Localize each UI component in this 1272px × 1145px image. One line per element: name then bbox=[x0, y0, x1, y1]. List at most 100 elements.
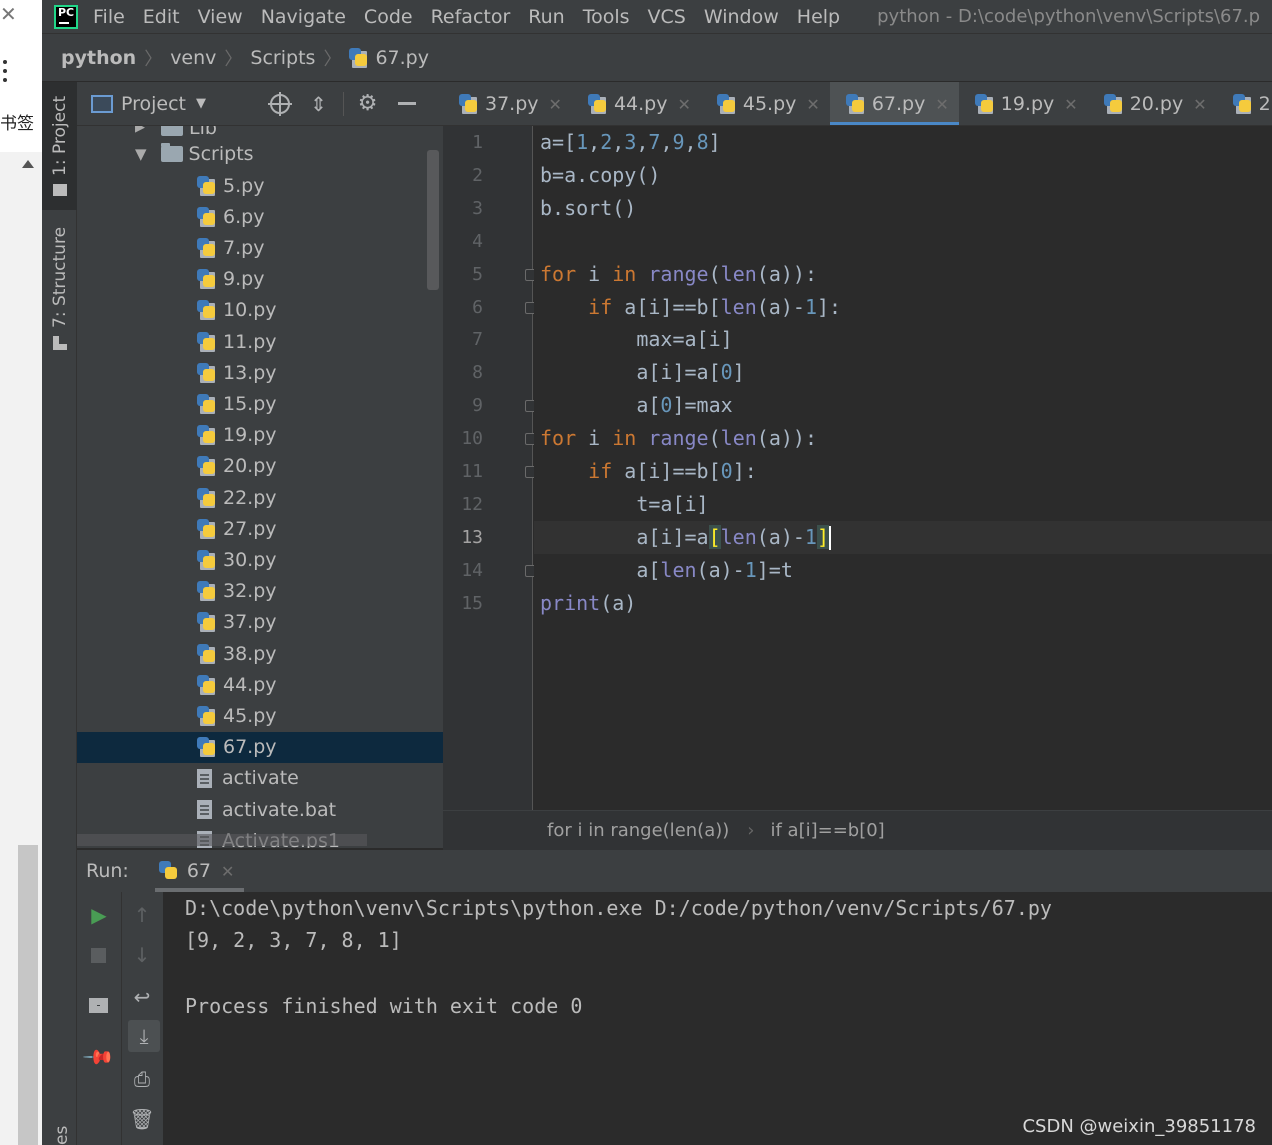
crumb-if[interactable]: if a[i]==b[0] bbox=[770, 820, 884, 841]
menu-code[interactable]: Code bbox=[364, 0, 413, 34]
project-view-selector[interactable]: Project bbox=[121, 93, 186, 115]
close-icon[interactable]: ✕ bbox=[935, 95, 948, 114]
layout-icon[interactable] bbox=[89, 998, 108, 1013]
run-tab[interactable]: 67 ✕ bbox=[154, 850, 245, 892]
tree-file[interactable]: 9.py bbox=[77, 264, 443, 295]
tree-file[interactable]: 7.py bbox=[77, 232, 443, 263]
code-line[interactable]: for i in range(len(a)): bbox=[540, 258, 817, 291]
tree-file[interactable]: 11.py bbox=[77, 326, 443, 357]
tree-file[interactable]: 32.py bbox=[77, 576, 443, 607]
tree-file[interactable]: 22.py bbox=[77, 482, 443, 513]
breadcrumb-venv[interactable]: venv bbox=[170, 47, 216, 69]
more-icon[interactable] bbox=[3, 60, 9, 87]
code-line[interactable]: a[0]=max bbox=[540, 389, 732, 422]
menu-vcs[interactable]: VCS bbox=[648, 0, 686, 34]
menu-navigate[interactable]: Navigate bbox=[261, 0, 346, 34]
chevron-down-icon[interactable]: ▼ bbox=[196, 96, 206, 111]
code-line[interactable]: a=[1,2,3,7,9,8] bbox=[540, 126, 721, 159]
structure-tool-label[interactable]: 7: Structure bbox=[50, 227, 70, 328]
minimize-icon[interactable] bbox=[397, 102, 416, 105]
crumb-for-loop[interactable]: for i in range(len(a)) bbox=[547, 820, 729, 841]
locate-icon[interactable] bbox=[268, 91, 293, 116]
tab-file[interactable]: 44.py ✕ bbox=[572, 82, 701, 125]
tree-file[interactable]: 37.py bbox=[77, 607, 443, 638]
tree-file[interactable]: 30.py bbox=[77, 544, 443, 575]
code-line[interactable]: if a[i]==b[0]: bbox=[540, 455, 757, 488]
close-icon[interactable]: ✕ bbox=[221, 862, 234, 881]
menu-window[interactable]: Window bbox=[704, 0, 779, 34]
scroll-up-icon[interactable] bbox=[22, 160, 34, 168]
tree-file[interactable]: activate.bat bbox=[77, 794, 443, 825]
tab-file[interactable]: 45.py ✕ bbox=[701, 82, 830, 125]
tab-file[interactable]: 67.py ✕ bbox=[829, 82, 959, 125]
stop-icon[interactable] bbox=[91, 948, 106, 963]
code-line[interactable]: print(a) bbox=[540, 587, 636, 620]
tree-file[interactable]: 5.py bbox=[77, 170, 443, 201]
bottom-tool-label[interactable]: es bbox=[52, 1126, 72, 1145]
trash-icon[interactable]: 🗑 bbox=[128, 1108, 156, 1130]
code-line[interactable]: a[len(a)-1]=t bbox=[540, 554, 793, 587]
tree-file[interactable]: 19.py bbox=[77, 420, 443, 451]
menu-file[interactable]: File bbox=[93, 0, 125, 34]
tree-file[interactable]: 67.py bbox=[77, 731, 443, 763]
menu-view[interactable]: View bbox=[198, 0, 243, 34]
python-file-icon bbox=[459, 94, 479, 114]
tree-file[interactable]: 10.py bbox=[77, 295, 443, 326]
code-line[interactable]: b.sort() bbox=[540, 192, 636, 225]
code-line[interactable]: a[i]=a[0] bbox=[540, 356, 744, 389]
close-icon[interactable]: ✕ bbox=[0, 2, 17, 26]
scroll-to-end-icon[interactable]: ⤓ bbox=[128, 1020, 160, 1052]
collapse-all-icon[interactable]: ⇕ bbox=[310, 92, 327, 116]
tree-label: 37.py bbox=[223, 611, 277, 634]
close-icon[interactable]: ✕ bbox=[677, 95, 690, 114]
soft-wrap-icon[interactable]: ↩ bbox=[128, 986, 156, 1008]
chevron-down-icon[interactable]: ▼ bbox=[135, 145, 147, 163]
close-icon[interactable]: ✕ bbox=[1064, 95, 1077, 114]
menu-help[interactable]: Help bbox=[797, 0, 840, 34]
code-line[interactable]: a[i]=a[len(a)-1] bbox=[540, 521, 832, 554]
tab-file[interactable]: 20.py ✕ bbox=[1088, 82, 1217, 125]
run-console[interactable]: D:\code\python\venv\Scripts\python.exe D… bbox=[163, 892, 1272, 1145]
code-line[interactable]: t=a[i] bbox=[540, 488, 708, 521]
tree-file[interactable]: 44.py bbox=[77, 669, 443, 700]
tree-folder-scripts[interactable]: ▼ Scripts bbox=[77, 138, 443, 169]
browser-scrollbar[interactable] bbox=[18, 845, 38, 1145]
tree-file[interactable]: activate bbox=[77, 763, 443, 794]
tree-file[interactable]: 15.py bbox=[77, 388, 443, 419]
tree-file[interactable]: 13.py bbox=[77, 357, 443, 388]
tree-file[interactable]: 6.py bbox=[77, 201, 443, 232]
tree-file[interactable]: 20.py bbox=[77, 451, 443, 482]
project-tool-label[interactable]: 1: Project bbox=[50, 96, 70, 176]
breadcrumb-python[interactable]: python bbox=[61, 47, 136, 69]
pin-icon[interactable]: 📌 bbox=[81, 1039, 117, 1075]
breadcrumb-scripts[interactable]: Scripts bbox=[250, 47, 315, 69]
arrow-up-icon[interactable]: ↑ bbox=[128, 904, 156, 926]
menu-run[interactable]: Run bbox=[528, 0, 564, 34]
tree-file[interactable]: 38.py bbox=[77, 638, 443, 669]
rerun-icon[interactable]: ▶ bbox=[85, 904, 113, 926]
close-icon[interactable]: ✕ bbox=[1193, 95, 1206, 114]
gear-icon[interactable]: ⚙ bbox=[358, 91, 378, 116]
tree-file[interactable]: 45.py bbox=[77, 700, 443, 731]
code-line[interactable]: for i in range(len(a)): bbox=[540, 422, 817, 455]
tab-file[interactable]: 22. bbox=[1217, 82, 1272, 125]
menu-edit[interactable]: Edit bbox=[143, 0, 180, 34]
close-icon[interactable]: ✕ bbox=[549, 95, 562, 114]
menu-tools[interactable]: Tools bbox=[583, 0, 630, 34]
tree-file[interactable]: 27.py bbox=[77, 513, 443, 544]
code-line[interactable]: b=a.copy() bbox=[540, 159, 660, 192]
print-icon[interactable]: ⎙ bbox=[128, 1068, 156, 1090]
code-editor[interactable]: a=[1,2,3,7,9,8] b=a.copy() b.sort() for i i… bbox=[534, 126, 1272, 810]
menu-refactor[interactable]: Refactor bbox=[431, 0, 511, 34]
arrow-down-icon[interactable]: ↓ bbox=[128, 944, 156, 966]
pycharm-logo-icon: PC bbox=[54, 4, 78, 29]
tab-file[interactable]: 19.py ✕ bbox=[959, 82, 1088, 125]
tab-file[interactable]: 37.py ✕ bbox=[443, 82, 572, 125]
breadcrumb-file[interactable]: 67.py bbox=[349, 47, 429, 69]
chevron-right-icon[interactable]: ▶ bbox=[135, 126, 145, 135]
code-line[interactable]: max=a[i] bbox=[540, 323, 732, 356]
code-line[interactable]: if a[i]==b[len(a)-1]: bbox=[540, 291, 841, 324]
project-scrollbar[interactable] bbox=[427, 150, 439, 290]
project-hscrollbar[interactable] bbox=[77, 834, 367, 846]
close-icon[interactable]: ✕ bbox=[806, 95, 819, 114]
